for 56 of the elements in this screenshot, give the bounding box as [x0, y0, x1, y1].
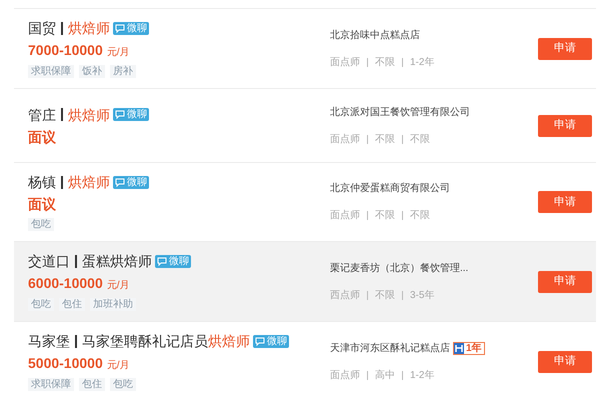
company-name: 栗记麦香坊（北京）餐饮管理... — [330, 262, 468, 276]
job-requirement: 1-2年 — [410, 368, 434, 382]
benefit-tag: 加班补助 — [90, 298, 136, 311]
chat-badge: 微聊 — [155, 254, 191, 268]
job-requirement: 不限 — [375, 288, 395, 302]
salary: 面议 — [28, 128, 56, 146]
job-title: 马家堡聘酥礼记店员 — [82, 332, 208, 350]
job-title: 烘焙师 — [208, 332, 250, 350]
salary: 面议 — [28, 195, 56, 213]
salary-unit: 元/月 — [106, 279, 130, 293]
job-location: 杨镇 — [28, 173, 56, 191]
job-requirement: 不限 — [410, 132, 430, 146]
job-requirement: 西点师 — [330, 288, 360, 302]
benefit-tag: 包住 — [59, 298, 85, 311]
benefit-tag: 包吃 — [28, 218, 54, 231]
benefit-tag: 房补 — [110, 65, 136, 78]
job-title: 烘焙师 — [68, 19, 110, 37]
job-requirement: 高中 — [375, 368, 395, 382]
job-location: 交道口 — [28, 252, 70, 270]
salary-unit: 元/月 — [106, 46, 130, 60]
benefit-tag: 包吃 — [28, 298, 54, 311]
job-requirement: 3-5年 — [410, 288, 434, 302]
job-requirement: 不限 — [375, 132, 395, 146]
company-name: 天津市河东区酥礼记糕点店 — [330, 342, 450, 356]
job-requirement: 不限 — [375, 209, 395, 223]
job-requirement: 不限 — [410, 209, 430, 223]
salary-unit: 元/月 — [106, 359, 130, 373]
salary: 7000-10000 — [28, 41, 103, 59]
salary: 5000-10000 — [28, 354, 103, 372]
benefit-tag: 求职保障 — [28, 378, 74, 391]
job-requirement: 面点师 — [330, 208, 360, 223]
job-title: 蛋糕烘焙师 — [82, 252, 152, 270]
job-requirement: 不限 — [375, 56, 395, 70]
chat-badge: 微聊 — [113, 22, 149, 34]
membership-badge: 1年 — [453, 342, 485, 354]
chat-badge: 微聊 — [253, 334, 289, 348]
benefit-tag: 求职保障 — [28, 65, 74, 78]
chat-badge: 微聊 — [113, 176, 149, 188]
benefit-tag: 饭补 — [79, 65, 105, 78]
job-location: 马家堡 — [28, 332, 70, 350]
job-requirement: 面点师 — [330, 56, 360, 70]
job-requirement: 面点师 — [330, 132, 360, 146]
job-location: 国贸 — [28, 19, 56, 37]
salary: 6000-10000 — [28, 274, 103, 292]
job-requirement: 1-2年 — [410, 56, 434, 70]
company-name: 北京派对国王餐饮管理有限公司 — [330, 106, 470, 120]
job-title: 烘焙师 — [68, 173, 110, 191]
company-name: 北京仲爱蛋糕商贸有限公司 — [330, 182, 450, 196]
company-name: 北京拾味中点糕点店 — [330, 28, 420, 42]
benefit-tag: 包吃 — [110, 378, 136, 391]
job-location: 管庄 — [28, 106, 56, 124]
benefit-tag: 包住 — [79, 378, 105, 391]
job-title: 烘焙师 — [68, 106, 110, 124]
chat-badge: 微聊 — [113, 108, 149, 121]
job-row[interactable]: 交道口 蛋糕烘焙师 微聊 6000-10000 元/月 包吃 包住 加班补助 栗记麦香坊（北京）餐饮管理... 西点师 不限 3-5年 申请 — [14, 241, 596, 321]
job-requirement: 面点师 — [330, 368, 360, 382]
